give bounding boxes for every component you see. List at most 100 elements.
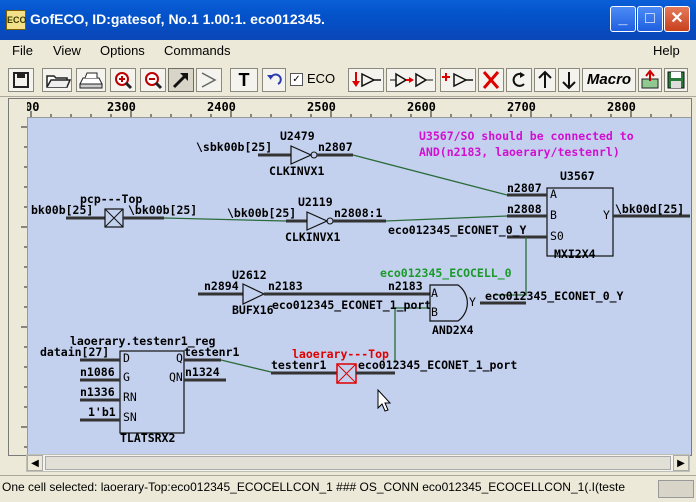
down-arrow-icon[interactable] [558, 68, 580, 92]
eco-checkbox[interactable]: ✓ ECO [290, 68, 344, 92]
save-icon[interactable] [8, 68, 34, 92]
pin-label: S0 [550, 229, 564, 243]
net-label: testenr1 [271, 358, 326, 372]
net-label: n2808 [507, 202, 542, 216]
ruler-label: 2800 [607, 100, 636, 114]
cell-pcp[interactable]: pcp---Top bk00b[25] \bk00b[25] [31, 192, 197, 228]
title-bar: ECO GofECO, ID:gatesof, No.1 1.00:1. eco… [0, 0, 696, 40]
status-text: One cell selected: laoerary-Top:eco01234… [2, 480, 625, 494]
ruler-label: 2400 [207, 100, 236, 114]
export-icon[interactable] [638, 68, 662, 92]
cell-laoerary-selected[interactable]: laoerary---Top testenr1 eco012345_ECONET… [220, 347, 517, 384]
net-label: n2807 [507, 181, 542, 195]
cell-type: MXI2X4 [554, 247, 596, 261]
menu-help[interactable]: Help [653, 43, 680, 58]
status-bar: One cell selected: laoerary-Top:eco01234… [0, 475, 696, 502]
open-folder-icon[interactable] [42, 68, 72, 92]
net-label: \bk00d[25] [615, 202, 684, 216]
maximize-button[interactable]: □ [637, 6, 663, 32]
horizontal-ruler: 00 2300 2400 2500 2600 2700 2800 [25, 99, 691, 118]
net-label: eco012345_ECONET_0_Y [485, 289, 624, 304]
cell-type: BUFX16 [232, 303, 274, 317]
scroll-thumb[interactable] [45, 456, 671, 470]
pin-label: Q [176, 351, 183, 365]
menu-options[interactable]: Options [100, 43, 145, 58]
macro-button[interactable]: Macro [582, 68, 636, 92]
pin-label: B [550, 208, 557, 222]
net-label: n1324 [185, 365, 220, 379]
cell-latch[interactable]: laoerary.testenr1_reg D G RN SN Q QN dat… [40, 334, 239, 445]
pin-label: B [431, 305, 438, 319]
schematic-canvas[interactable]: 00 2300 2400 2500 2600 2700 2800 U3567/S… [8, 98, 692, 456]
pin-label: Y [603, 208, 610, 222]
ruler-label: 2600 [407, 100, 436, 114]
cell-type: TLATSRX2 [120, 431, 175, 445]
save-disk-icon[interactable] [664, 68, 688, 92]
net-label: eco012345_ECONET_0_Y [388, 223, 527, 238]
add-gate-icon[interactable] [440, 68, 476, 92]
eco-checkbox-box[interactable]: ✓ [290, 73, 303, 87]
net-label: n2183 [268, 279, 303, 293]
pin-label: A [550, 187, 557, 201]
schematic-drawing[interactable]: U3567/SO should be connected to AND(n218… [28, 118, 690, 454]
scroll-right-arrow-icon[interactable]: ▶ [673, 455, 689, 471]
move-arrow-icon[interactable] [196, 68, 222, 92]
up-arrow-icon[interactable] [534, 68, 556, 92]
text-tool-button[interactable]: T [230, 68, 258, 92]
net-label: n2808:1 [334, 206, 383, 220]
net-label: bk00b[25] [31, 203, 93, 217]
pin-label: G [123, 370, 130, 384]
menu-commands[interactable]: Commands [164, 43, 230, 58]
net-label: eco012345_ECONET_1_port [272, 298, 431, 313]
net-label: n1086 [80, 365, 115, 379]
net-label: \bk00b[25] [227, 206, 296, 220]
status-grip [658, 480, 694, 498]
app-icon: ECO [6, 10, 27, 30]
annotation-note: U3567/SO should be connected to [419, 129, 634, 143]
mouse-cursor-icon [377, 388, 392, 412]
ruler-corner [9, 99, 28, 118]
cell-u3567[interactable]: U3567 A B S0 Y n2807 n2808 eco012345_ECO… [388, 169, 690, 261]
rotate-icon[interactable] [506, 68, 532, 92]
scroll-left-arrow-icon[interactable]: ◀ [27, 455, 43, 471]
cell-u2479[interactable]: U2479 \sbk00b[25] n2807 CLKINVX1 [196, 129, 353, 178]
net-label: datain[27] [40, 345, 109, 359]
cell-type: CLKINVX1 [285, 230, 340, 244]
menu-bar: File View Options Commands Help [0, 40, 696, 62]
delete-x-icon[interactable] [478, 68, 504, 92]
toolbar: T ✓ ECO Macro [0, 62, 696, 97]
cell-name: U2479 [280, 129, 315, 143]
net-label: n1336 [80, 385, 115, 399]
cell-type: AND2X4 [432, 323, 474, 337]
pin-label: Y [469, 295, 476, 309]
cell-type: CLKINVX1 [269, 164, 324, 178]
print-icon[interactable] [76, 68, 106, 92]
replace-gate-icon[interactable] [386, 68, 436, 92]
select-arrow-icon[interactable] [168, 68, 194, 92]
zoom-in-icon[interactable] [110, 68, 136, 92]
pin-label: QN [169, 370, 183, 384]
ruler-label: 2700 [507, 100, 536, 114]
ruler-label: 2500 [307, 100, 336, 114]
net-label: n2894 [204, 279, 239, 293]
cell-name: U2119 [298, 195, 333, 209]
net-label: n2183 [388, 279, 423, 293]
net-label: 1'b1 [88, 405, 116, 419]
horizontal-scrollbar[interactable]: ◀ ▶ [26, 454, 690, 472]
cell-eco-and[interactable]: eco012345_ECOCELL_0 n2183 eco012345_ECON… [272, 266, 624, 337]
window-title: GofECO, ID:gatesof, No.1 1.00:1. eco0123… [30, 11, 325, 27]
close-button[interactable]: ✕ [664, 6, 690, 32]
pin-label: SN [123, 410, 137, 424]
net-label: \sbk00b[25] [196, 140, 272, 154]
minimize-button[interactable]: _ [610, 6, 636, 32]
pin-label: D [123, 351, 130, 365]
annotation-note: AND(n2183, laoerary/testenrl) [419, 145, 620, 159]
menu-file[interactable]: File [12, 43, 33, 58]
zoom-out-icon[interactable] [140, 68, 166, 92]
undo-icon[interactable] [262, 68, 286, 92]
net-label: testenr1 [184, 345, 239, 359]
insert-buffer-icon[interactable] [348, 68, 384, 92]
pin-label: RN [123, 390, 137, 404]
menu-view[interactable]: View [53, 43, 81, 58]
net-label: eco012345_ECONET_1_port [358, 358, 517, 373]
